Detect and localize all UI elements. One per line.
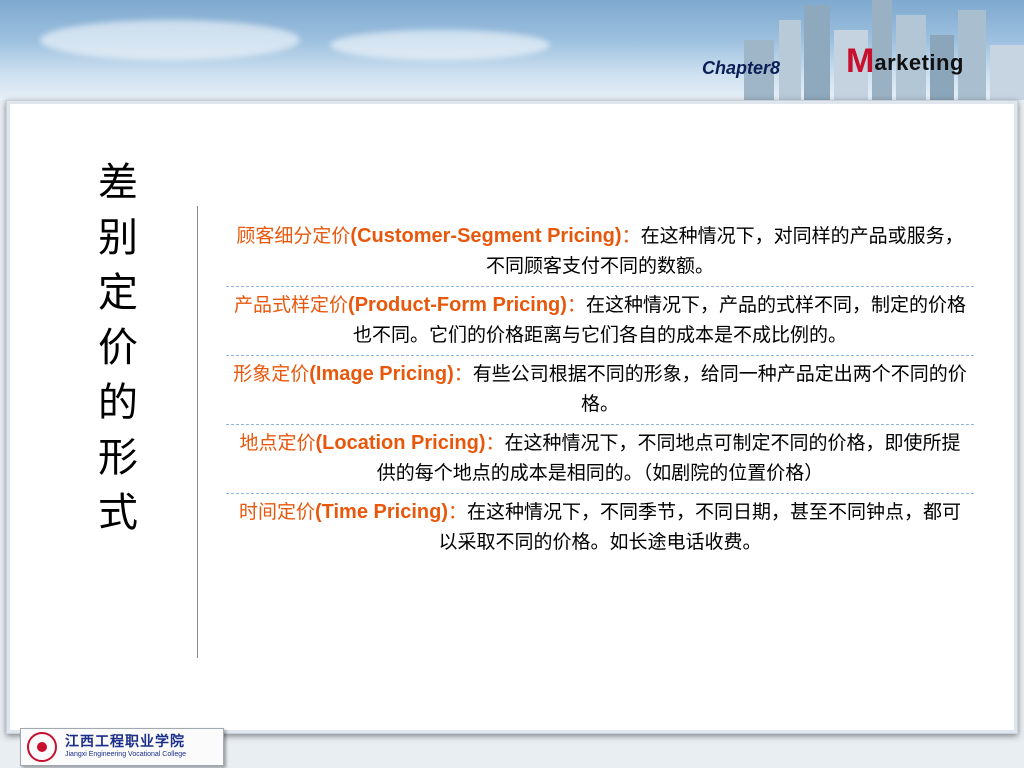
college-seal-icon — [27, 732, 57, 762]
item-term-cn: 形象定价 — [233, 363, 310, 385]
item-term-cn: 时间定价 — [238, 501, 315, 523]
item-term-en: (Time Pricing) — [314, 501, 448, 523]
cloud-decoration — [40, 20, 300, 60]
pricing-list: 顾客细分定价(Customer-Segment Pricing)：在这种情况下，… — [226, 218, 974, 562]
brand-initial: M — [846, 42, 875, 80]
item-description: 在这种情况下，不同季节，不同日期，甚至不同钟点，都可以采取不同的价格。如长途电话… — [438, 501, 962, 553]
item-term-cn: 产品式样定价 — [234, 294, 349, 316]
side-title: 差 别 定 价 的 形 式 — [88, 156, 148, 541]
side-title-char: 式 — [98, 490, 138, 536]
side-title-char: 的 — [98, 380, 138, 426]
item-colon: ： — [566, 294, 586, 316]
marketing-logo: M arketing — [846, 44, 964, 78]
list-item: 产品式样定价(Product-Form Pricing)：在这种情况下，产品的式… — [226, 287, 974, 356]
item-term-en: (Location Pricing) — [315, 432, 486, 454]
side-title-char: 定 — [98, 270, 138, 316]
list-item: 时间定价(Time Pricing)：在这种情况下，不同季节，不同日期，甚至不同… — [226, 494, 974, 562]
side-title-char: 形 — [98, 435, 138, 481]
vertical-divider — [197, 206, 198, 658]
item-term-en: (Product-Form Pricing) — [348, 294, 567, 316]
college-logo: 江西工程职业学院 Jiangxi Engineering Vocational … — [20, 728, 224, 766]
item-colon: ： — [453, 363, 473, 385]
college-name-cn: 江西工程职业学院 — [65, 734, 185, 750]
brand-text: arketing — [874, 50, 964, 75]
item-colon: ： — [621, 225, 641, 247]
college-name-en: Jiangxi Engineering Vocational College — [65, 751, 187, 758]
cloud-decoration — [330, 30, 550, 60]
item-term-en: (Image Pricing) — [309, 363, 454, 385]
header-banner: Chapter8 M arketing — [0, 0, 1024, 100]
chapter-label: Chapter8 — [702, 58, 781, 78]
side-title-char: 别 — [98, 215, 138, 261]
list-item: 顾客细分定价(Customer-Segment Pricing)：在这种情况下，… — [226, 218, 974, 287]
item-term-en: (Customer-Segment Pricing) — [350, 225, 622, 247]
side-title-char: 价 — [98, 325, 138, 371]
item-colon: ： — [447, 501, 467, 523]
list-item: 形象定价(Image Pricing)：有些公司根据不同的形象，给同一种产品定出… — [226, 356, 974, 425]
side-title-char: 差 — [98, 160, 138, 206]
item-term-cn: 地点定价 — [239, 432, 316, 454]
college-name: 江西工程职业学院 Jiangxi Engineering Vocational … — [65, 734, 186, 760]
item-colon: ： — [485, 432, 505, 454]
item-term-cn: 顾客细分定价 — [236, 225, 351, 247]
list-item: 地点定价(Location Pricing)：在这种情况下，不同地点可制定不同的… — [226, 425, 974, 494]
item-description: 有些公司根据不同的形象，给同一种产品定出两个不同的价格。 — [472, 363, 967, 415]
